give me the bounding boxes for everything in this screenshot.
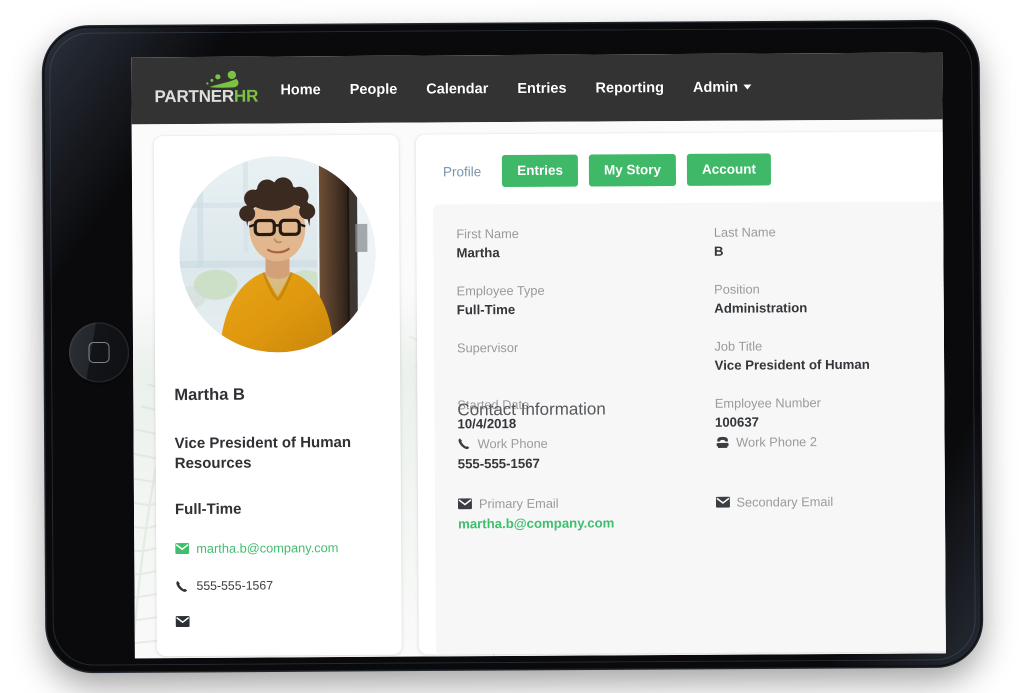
field-last-name-value: B [713, 243, 724, 259]
field-position-label: Position [714, 281, 760, 297]
home-button[interactable] [68, 322, 130, 383]
partnerhr-logo[interactable]: PARTNERHR [154, 70, 258, 108]
logo-text-hr: HR [233, 86, 259, 106]
tab-profile[interactable]: Profile [433, 164, 491, 179]
field-first-name: First Name Martha [456, 225, 704, 263]
nav-item-people-label: People [349, 81, 398, 98]
envelope-icon [457, 498, 472, 510]
field-job-title: Job Title Vice President of Human [714, 337, 945, 375]
contact-work-phone-label-text: Work Phone [477, 435, 548, 452]
envelope-icon [175, 542, 190, 555]
contact-primary-email: Primary Email martha.b@company.com [457, 495, 706, 534]
tab-entries[interactable]: Entries [502, 154, 579, 188]
field-position: Position Administration [714, 280, 946, 318]
tab-my-story[interactable]: My Story [588, 153, 677, 187]
nav-item-reporting[interactable]: Reporting [595, 80, 664, 96]
logo-people-icon [206, 70, 239, 88]
home-button-square-icon [88, 341, 110, 364]
logo-text-partner: PARTNER [154, 86, 235, 106]
profile-secondary-contact [175, 615, 198, 628]
field-supervisor: Supervisor [457, 339, 705, 377]
contact-information-grid: Work Phone 555-555-1567 Work Phone 2 Pri… [458, 433, 946, 533]
employee-profile-card: Martha B Vice President of Human Resourc… [153, 134, 402, 657]
field-job-title-label: Job Title [714, 338, 763, 354]
tab-account[interactable]: Account [686, 153, 772, 187]
field-supervisor-value [457, 358, 705, 377]
contact-primary-email-value[interactable]: martha.b@company.com [458, 515, 706, 534]
contact-secondary-email-label: Secondary Email [715, 493, 945, 510]
nav-item-admin[interactable]: Admin [692, 79, 752, 96]
profile-employee-type: Full-Time [174, 500, 242, 519]
profile-job-title: Vice President of Human Resources [174, 433, 352, 473]
nav-item-entries[interactable]: Entries [517, 80, 566, 96]
nav-item-entries-label: Entries [517, 80, 567, 97]
field-first-name-value: Martha [456, 245, 500, 261]
profile-detail-panel: First Name Martha Last Name B Employee T… [433, 201, 946, 655]
profile-email-link[interactable]: martha.b@company.com [175, 540, 338, 556]
screenshot-stage: PARTNERHR Home People Calendar Entries R… [0, 0, 1024, 693]
nav-item-calendar[interactable]: Calendar [426, 81, 488, 97]
field-employee-type-value: Full-Time [456, 301, 516, 318]
telephone-icon [715, 436, 729, 449]
nav-item-home-label: Home [280, 81, 321, 98]
employee-detail-card: Profile Entries My Story Account First N… [415, 131, 946, 655]
nav-item-people[interactable]: People [350, 81, 398, 97]
contact-work-phone-2-value [715, 453, 946, 472]
profile-phone: 555-555-1567 [175, 578, 273, 593]
phone-icon [175, 579, 188, 592]
contact-secondary-email-label-text: Secondary Email [736, 494, 834, 510]
field-employee-type-label: Employee Type [456, 282, 545, 299]
field-employee-number: Employee Number 100637 [715, 394, 946, 432]
field-first-name-label: First Name [456, 225, 519, 242]
profile-name: Martha B [174, 385, 245, 405]
page-body: Martha B Vice President of Human Resourc… [131, 119, 946, 659]
nav-item-calendar-label: Calendar [426, 80, 489, 98]
contact-work-phone: Work Phone 555-555-1567 [458, 435, 706, 474]
contact-secondary-email: Secondary Email [715, 493, 945, 532]
nav-item-reporting-label: Reporting [595, 79, 665, 96]
contact-primary-email-label: Primary Email [457, 495, 706, 512]
field-last-name-label: Last Name [713, 224, 776, 240]
contact-work-phone-label: Work Phone [458, 435, 706, 452]
contact-work-phone-value: 555-555-1567 [457, 455, 540, 472]
field-employee-type: Employee Type Full-Time [457, 282, 705, 320]
envelope-icon [175, 615, 190, 628]
field-supervisor-label: Supervisor [456, 339, 519, 356]
contact-primary-email-label-text: Primary Email [478, 495, 559, 512]
contact-work-phone-2-label: Work Phone 2 [715, 433, 946, 450]
contact-work-phone-2-label-text: Work Phone 2 [736, 434, 817, 450]
nav-item-admin-label: Admin [692, 79, 739, 96]
logo-wordmark: PARTNERHR [154, 86, 258, 107]
field-last-name: Last Name B [714, 223, 946, 261]
contact-work-phone-2: Work Phone 2 [715, 433, 946, 472]
contact-secondary-email-value [716, 513, 946, 532]
tablet-device: PARTNERHR Home People Calendar Entries R… [43, 21, 982, 672]
avatar [178, 155, 376, 354]
tablet-screen: PARTNERHR Home People Calendar Entries R… [131, 52, 946, 659]
nav-item-home[interactable]: Home [280, 82, 320, 98]
chevron-down-icon [743, 84, 752, 90]
envelope-icon [715, 496, 730, 508]
field-employee-number-value: 100637 [714, 414, 760, 430]
tab-bar: Profile Entries My Story Account [433, 152, 772, 188]
field-employee-number-label: Employee Number [714, 395, 821, 411]
avatar-photo [178, 155, 376, 354]
contact-information-heading: Contact Information [457, 399, 606, 420]
phone-icon [458, 437, 471, 450]
field-job-title-value: Vice President of Human [714, 356, 870, 373]
profile-phone-text: 555-555-1567 [196, 578, 274, 593]
profile-email-text: martha.b@company.com [196, 540, 339, 556]
top-navigation-bar: PARTNERHR Home People Calendar Entries R… [131, 52, 943, 125]
field-position-value: Administration [714, 300, 808, 316]
